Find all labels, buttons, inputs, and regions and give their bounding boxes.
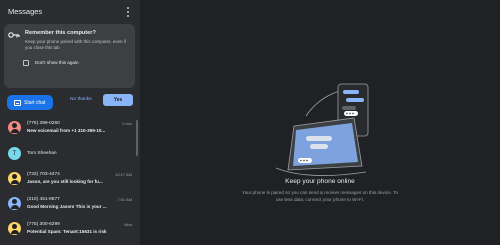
conversation-name: (210) 451-8677 <box>27 197 60 202</box>
contact-person-icon <box>8 197 21 210</box>
dont-show-again-label[interactable]: Don't show this again <box>35 60 79 65</box>
conversation-time: 2 min <box>122 121 132 126</box>
conversation-snippet: Potential Spam: Tenant:15631 is risk ... <box>27 229 107 234</box>
contact-initial-avatar: T <box>8 147 21 160</box>
dont-show-again-checkbox[interactable] <box>23 60 29 66</box>
chat-icon <box>14 99 21 106</box>
conversation-name: (732) 703-4474 <box>27 172 60 177</box>
contact-person-icon <box>8 222 21 235</box>
remember-description: Keep your phone paired with this compute… <box>25 39 127 50</box>
conversation-time: 10:17 AM <box>115 172 132 177</box>
key-icon <box>8 32 20 38</box>
start-chat-label: Start chat <box>24 99 46 106</box>
contact-person-icon <box>8 172 21 185</box>
conversation-snippet: New voicemail from +1 310-399-10... <box>27 128 106 133</box>
remember-computer-card: Remember this computer? Keep your phone … <box>4 24 135 106</box>
conversation-snippet: Jason, are you still looking for fu... <box>27 179 103 184</box>
phone-laptop-illustration <box>275 83 369 176</box>
start-chat-button[interactable]: Start chat <box>7 95 53 110</box>
conversation-time: 7:51 AM <box>117 197 132 202</box>
conversation-item[interactable]: (732) 703-4474 Jason, are you still looki… <box>0 167 136 191</box>
remember-title: Remember this computer? <box>25 30 96 36</box>
no-thanks-button[interactable]: No thanks <box>70 97 92 102</box>
conversation-time: Mon <box>124 222 132 227</box>
conversation-item[interactable]: T Tom Sheehan <box>0 142 136 166</box>
conversation-name: (775) 300-6299 <box>27 222 60 227</box>
app-title: Messages <box>8 7 43 16</box>
sidebar: Messages Remember this computer? Keep yo… <box>0 0 140 245</box>
conversation-snippet: Good Morning Jason! This is your ... <box>27 204 107 209</box>
more-options-icon[interactable] <box>124 6 132 18</box>
scrollbar[interactable] <box>136 120 138 156</box>
main-title: Keep your phone online <box>285 178 355 185</box>
main-panel: Keep your phone online Your phone is pai… <box>140 0 500 245</box>
conversation-item[interactable]: (210) 451-8677 Good Morning Jason! This i… <box>0 192 136 216</box>
yes-button[interactable]: Yes <box>103 94 133 106</box>
conversation-item[interactable]: (775) 399-0250 New voicemail from +1 310-… <box>0 116 136 140</box>
main-description: Your phone is paired so you can send & r… <box>241 190 399 202</box>
conversation-item[interactable]: (775) 300-6299 Potential Spam: Tenant:156… <box>0 217 136 241</box>
contact-person-icon <box>8 121 21 134</box>
conversation-name: (775) 399-0250 <box>27 121 60 126</box>
conversation-name: Tom Sheehan <box>27 151 57 156</box>
